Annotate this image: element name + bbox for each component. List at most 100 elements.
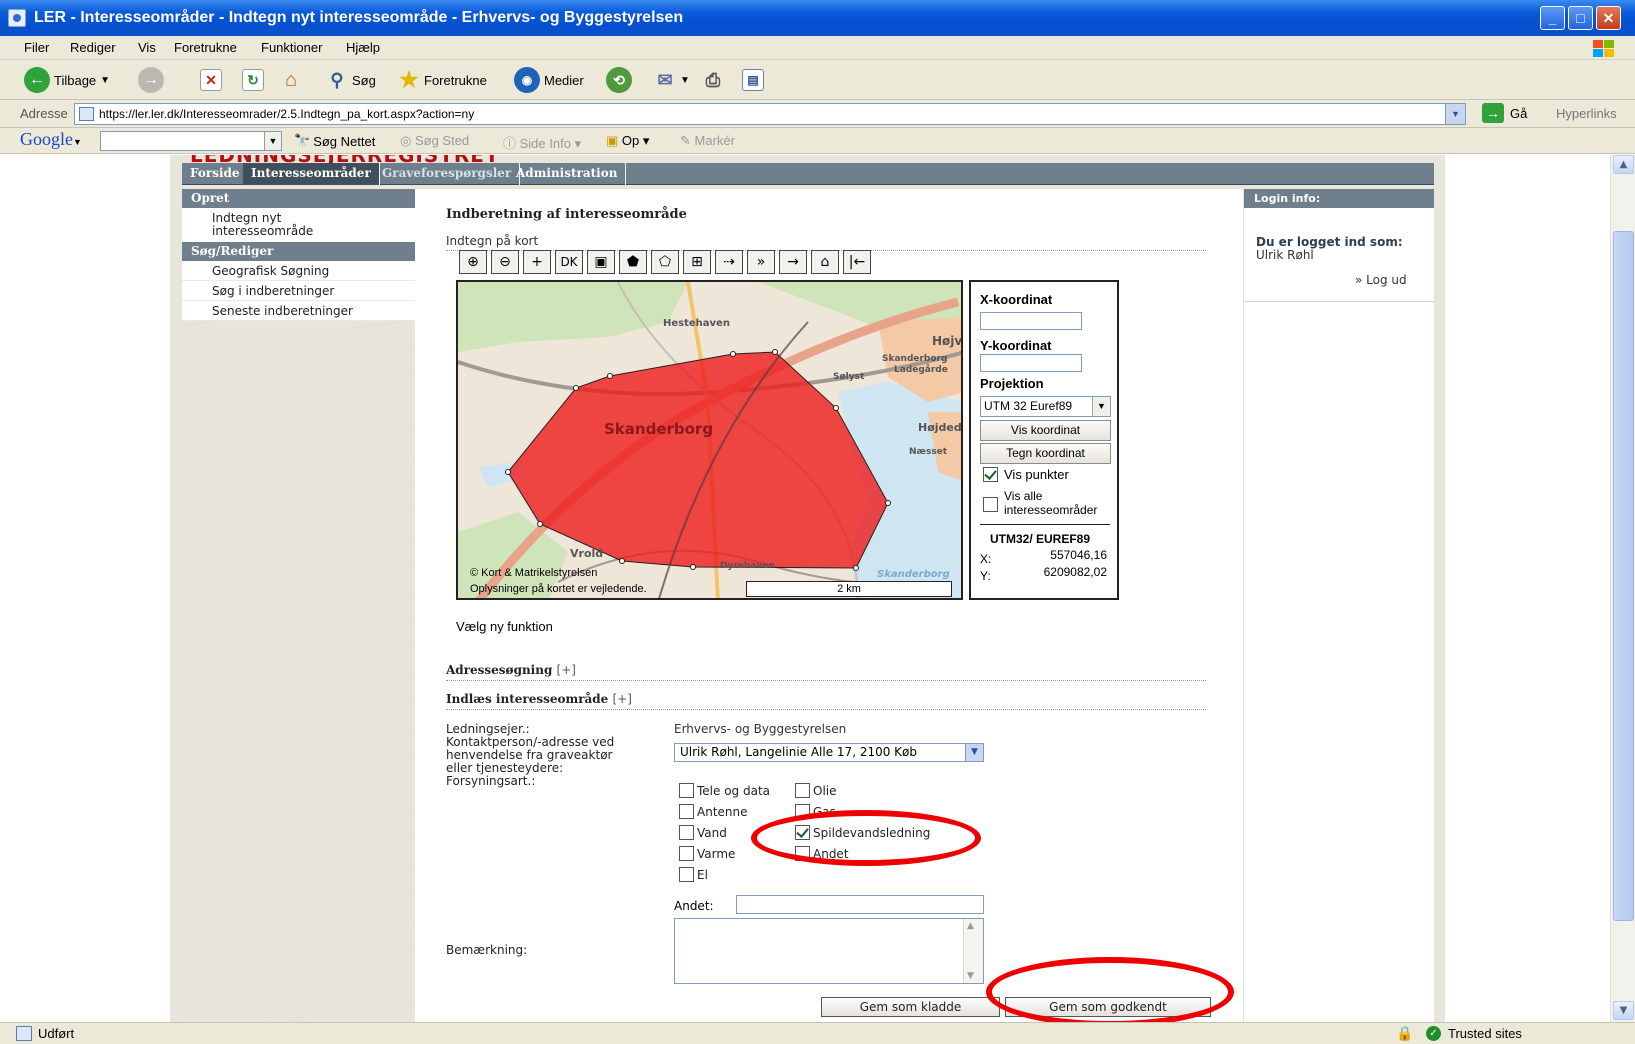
address-dropdown-icon[interactable]: ▼ — [1445, 104, 1465, 124]
polygon-tool[interactable]: ⬟ — [619, 250, 647, 274]
tab-interesseomraader[interactable]: Interesseområder — [243, 163, 380, 185]
supply-olie[interactable]: Olie — [795, 783, 837, 798]
remark-textarea[interactable]: ▲ ▼ — [674, 918, 984, 984]
links-label[interactable]: Hyperlinks — [1556, 106, 1617, 121]
next-tool[interactable]: » — [747, 250, 775, 274]
tab-forside[interactable]: Forside — [182, 163, 249, 185]
search-button[interactable]: ⚲ Søg — [326, 66, 375, 94]
go-button[interactable]: → Gå — [1482, 103, 1527, 123]
vand-checkbox[interactable] — [679, 825, 694, 840]
page-info-button[interactable]: ⓘ Side Info ▾ — [503, 133, 581, 152]
refresh-button[interactable]: ↻ — [242, 66, 264, 94]
map-scale-bar: 2 km — [746, 581, 952, 597]
el-checkbox[interactable] — [679, 867, 694, 882]
line-tool[interactable]: → — [779, 250, 807, 274]
delete-tool[interactable]: ▣ — [587, 250, 615, 274]
favorites-button[interactable]: ★ Foretrukne — [398, 66, 487, 94]
area-tool[interactable]: ⌂ — [811, 250, 839, 274]
media-button[interactable]: ◉ Medier — [514, 66, 584, 94]
logout-link[interactable]: » Log ud — [1355, 273, 1407, 287]
menu-filer[interactable]: Filer — [24, 40, 49, 55]
edit-polygon-tool[interactable]: ⬠ — [651, 250, 679, 274]
projection-select[interactable]: UTM 32 Euref89 ▼ — [980, 396, 1111, 417]
up-button[interactable]: ▣ Op ▾ — [606, 133, 649, 149]
go-arrow-icon: → — [1482, 103, 1504, 123]
other-input[interactable] — [736, 895, 984, 914]
x-coord-input[interactable] — [980, 312, 1082, 330]
mail-button[interactable]: ✉ ▼ — [654, 66, 689, 94]
home-button[interactable]: ⌂ — [280, 66, 302, 94]
address-search-section[interactable]: Adressesøgning [+] — [446, 663, 576, 677]
show-points-checkbox[interactable] — [983, 467, 998, 482]
show-all-checkbox[interactable] — [983, 497, 998, 512]
dk-extent-tool[interactable]: DK — [555, 250, 583, 274]
tele-checkbox[interactable] — [679, 783, 694, 798]
stop-button[interactable]: ✕ — [200, 66, 222, 94]
contact-select[interactable]: Ulrik Røhl, Langelinie Alle 17, 2100 Køb… — [674, 743, 984, 762]
zoom-in-tool[interactable]: ⊕ — [459, 250, 487, 274]
google-search-input[interactable]: ▼ — [100, 131, 282, 151]
chevron-down-icon[interactable]: ▼ — [264, 132, 281, 150]
left-navigation: Opret Indtegn nyt interesseområde Søg/Re… — [182, 189, 415, 1022]
y-coord-input[interactable] — [980, 354, 1082, 372]
save-draft-button[interactable]: Gem som kladde — [821, 997, 1000, 1017]
nav-item-soeg-indberetninger[interactable]: Søg i indberetninger — [182, 281, 415, 301]
forward-button[interactable]: → — [138, 66, 164, 94]
supply-vand[interactable]: Vand — [679, 825, 727, 840]
map-canvas[interactable]: Hestehaven Højv Skanderborg Ladegårde Sø… — [456, 280, 963, 600]
menu-vis[interactable]: Vis — [138, 40, 156, 55]
back-button[interactable]: ← Tilbage ▼ — [24, 66, 110, 94]
map-label-vrold: Vrold — [570, 547, 604, 560]
minimize-button[interactable]: _ — [1540, 6, 1565, 30]
zoom-out-tool[interactable]: ⊖ — [491, 250, 519, 274]
supply-antenne[interactable]: Antenne — [679, 804, 748, 819]
history-button[interactable]: ⟲ — [606, 66, 632, 94]
chevron-up-icon[interactable]: ▲ — [967, 921, 974, 931]
show-coordinate-button[interactable]: Vis koordinat — [980, 420, 1111, 441]
print-button[interactable]: ⎙ — [702, 66, 724, 94]
supply-el[interactable]: El — [679, 867, 708, 882]
textarea-scrollbar[interactable]: ▲ ▼ — [963, 919, 983, 983]
scroll-thumb[interactable] — [1613, 231, 1634, 921]
nav-item-seneste[interactable]: Seneste indberetninger — [182, 301, 415, 321]
page-scrollbar[interactable]: ▲ ▼ — [1610, 155, 1635, 1022]
scroll-up-icon[interactable]: ▲ — [1613, 155, 1634, 174]
nav-item-indtegn[interactable]: Indtegn nyt interesseområde — [182, 208, 415, 242]
scroll-down-icon[interactable]: ▼ — [1613, 1001, 1634, 1020]
address-input[interactable]: https://ler.ler.dk/Interesseomrader/2.5.… — [74, 103, 1466, 125]
back-arrow-icon: ← — [24, 67, 50, 93]
google-logo[interactable]: Google▼ — [20, 129, 82, 150]
search-site-button[interactable]: ◎ Søg Sted — [400, 133, 469, 149]
olie-checkbox[interactable] — [795, 783, 810, 798]
tab-administration[interactable]: Administration — [508, 163, 627, 185]
supply-varme[interactable]: Varme — [679, 846, 735, 861]
antenne-checkbox[interactable] — [679, 804, 694, 819]
nav-item-geografisk[interactable]: Geografisk Søgning — [182, 261, 415, 281]
pan-tool[interactable]: + — [523, 250, 551, 274]
menu-rediger[interactable]: Rediger — [70, 40, 116, 55]
import-area-section[interactable]: Indlæs interesseområde [+] — [446, 692, 632, 706]
map-label-naesset: Næsset — [909, 447, 948, 457]
highlight-button[interactable]: ✎ Markér — [680, 133, 735, 149]
remark-label: Bemærkning: — [446, 943, 528, 957]
menu-funktioner[interactable]: Funktioner — [261, 40, 322, 55]
search-web-button[interactable]: 🔭 Søg Nettet — [294, 133, 375, 149]
supply-tele[interactable]: Tele og data — [679, 783, 770, 798]
maximize-button[interactable]: □ — [1568, 6, 1593, 30]
tab-graveforespoergsler[interactable]: Graveforespørgsler — [374, 163, 521, 185]
add-vertex-tool[interactable]: ⊞ — [683, 250, 711, 274]
show-points-checkbox-row[interactable]: Vis punkter — [983, 467, 1069, 482]
x-coord-label: X-koordinat — [980, 292, 1053, 307]
menu-hjaelp[interactable]: Hjælp — [346, 40, 380, 55]
move-vertex-tool[interactable]: ⇢ — [715, 250, 743, 274]
readout-y-prefix: Y: — [980, 569, 991, 583]
chevron-down-icon[interactable]: ▼ — [967, 971, 974, 981]
menu-foretrukne[interactable]: Foretrukne — [174, 40, 237, 55]
first-extent-tool[interactable]: |← — [843, 250, 871, 274]
draw-coordinate-button[interactable]: Tegn koordinat — [980, 443, 1111, 464]
close-button[interactable]: ✕ — [1596, 6, 1621, 30]
varme-checkbox[interactable] — [679, 846, 694, 861]
edit-button[interactable]: ▤ — [742, 66, 764, 94]
show-all-checkbox-row[interactable]: Vis alle interesseområder — [983, 489, 1097, 517]
readout-x-prefix: X: — [980, 552, 992, 566]
